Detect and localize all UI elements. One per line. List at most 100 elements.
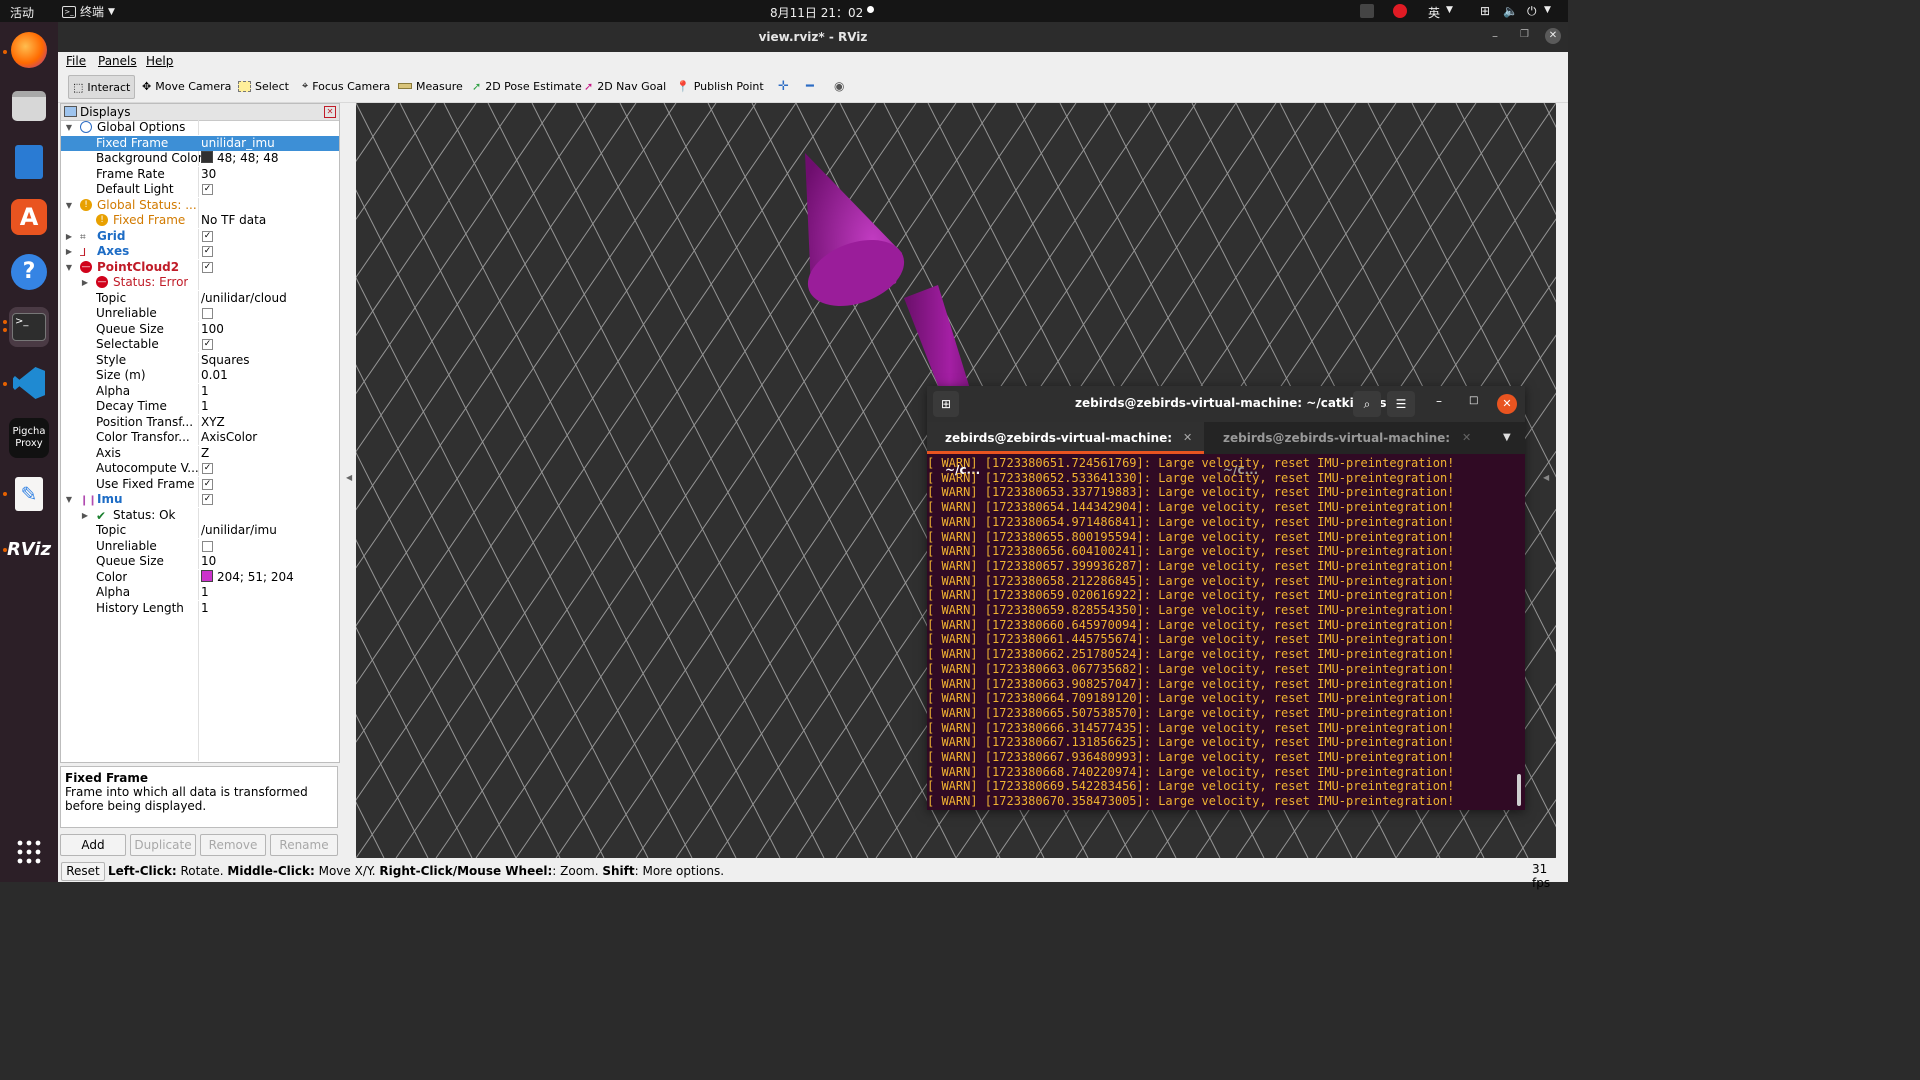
tree-row-imu-color[interactable]: Color 204; 51; 204 [61, 569, 339, 585]
maximize-icon[interactable]: ❐ [1520, 29, 1529, 40]
power-icon[interactable]: ⏻ [1527, 4, 1537, 19]
row-value[interactable]: 1 [201, 399, 209, 414]
use-fixed-frame-checkbox[interactable]: ✓ [202, 478, 213, 490]
tree-row-global-options[interactable]: ▼ Global Options [61, 120, 339, 135]
new-tab-button[interactable]: ⊞ [933, 391, 959, 417]
reset-button[interactable]: Reset [61, 862, 105, 881]
measure-tool-button[interactable]: Measure [394, 75, 467, 97]
tab-list-chevron-icon[interactable]: ▼ [1503, 422, 1511, 454]
grid-checkbox[interactable]: ✓ [202, 230, 213, 242]
add-button[interactable]: Add [60, 834, 126, 856]
close-panel-icon[interactable]: ✕ [324, 106, 336, 118]
terminal-scrollbar[interactable] [1517, 774, 1521, 806]
volume-icon[interactable]: 🔈 [1503, 4, 1518, 18]
row-value[interactable]: 0.01 [201, 368, 228, 383]
panel-splitter[interactable]: ◀ [343, 103, 356, 858]
activities-button[interactable]: 活动 [10, 4, 34, 21]
publish-point-tool-button[interactable]: 📍 Publish Point [672, 75, 768, 97]
tree-row-history-length[interactable]: History Length 1 [61, 600, 339, 616]
imu-checkbox[interactable]: ✓ [202, 494, 213, 505]
tree-row-frame-rate[interactable]: Frame Rate 30 [61, 166, 339, 182]
pose-estimate-tool-button[interactable]: ➚ 2D Pose Estimate [468, 75, 586, 97]
network-icon[interactable]: ⊞ [1480, 4, 1490, 18]
row-value[interactable]: unilidar_imu [201, 136, 275, 151]
row-value[interactable]: 48; 48; 48 [201, 151, 279, 166]
tree-row-imu-topic[interactable]: Topic /unilidar/imu [61, 523, 339, 538]
software-launcher[interactable]: A [9, 197, 49, 237]
input-method-indicator[interactable]: 英 [1428, 4, 1440, 21]
writer-launcher[interactable] [9, 142, 49, 182]
menu-button[interactable]: ☰ [1387, 391, 1415, 417]
tree-row-fixed-frame-status[interactable]: ! Fixed Frame No TF data [61, 213, 339, 228]
row-value[interactable]: 1 [201, 601, 209, 616]
collapse-left-icon[interactable]: ◀ [346, 473, 352, 482]
row-value[interactable]: /unilidar/imu [201, 523, 277, 538]
interact-tool-button[interactable]: ⬚ Interact [68, 75, 136, 99]
tree-row-default-light[interactable]: Default Light ✓ [61, 182, 339, 197]
collapse-right-icon[interactable]: ◀ [1543, 473, 1549, 482]
row-value[interactable]: /unilidar/cloud [201, 291, 287, 306]
row-value[interactable]: Squares [201, 353, 250, 368]
app-menu[interactable]: >_ 终端 ▼ [62, 3, 115, 20]
tree-row-grid[interactable]: ▶ ⌗ Grid ✓ [61, 228, 339, 244]
add-tool-button[interactable]: ✛ [774, 75, 793, 97]
select-tool-button[interactable]: Select [234, 75, 293, 97]
tree-row-unreliable[interactable]: Unreliable [61, 306, 339, 321]
help-launcher[interactable]: ? [9, 252, 49, 292]
nav-goal-tool-button[interactable]: ➚ 2D Nav Goal [580, 75, 670, 97]
row-value[interactable]: Z [201, 446, 209, 461]
tree-row-axes[interactable]: ▶ ⅃ Axes ✓ [61, 244, 339, 259]
terminal-tab-active[interactable]: zebirds@zebirds-virtual-machine: ~/c... … [927, 422, 1204, 477]
selectable-checkbox[interactable]: ✓ [202, 339, 213, 350]
tree-row-color-transformer[interactable]: Color Transfor... AxisColor [61, 430, 339, 445]
tree-row-imu-unreliable[interactable]: Unreliable [61, 538, 339, 554]
pointcloud2-checkbox[interactable]: ✓ [202, 261, 213, 273]
row-value[interactable]: XYZ [201, 415, 225, 430]
tree-row-autocompute[interactable]: Autocompute V... ✓ [61, 461, 339, 476]
row-value[interactable]: AxisColor [201, 430, 257, 445]
pigcha-proxy-launcher[interactable]: Pigcha Proxy [9, 418, 49, 458]
menu-file[interactable]: File [66, 54, 86, 68]
row-value[interactable]: 1 [201, 384, 209, 399]
tree-row-imu-queue-size[interactable]: Queue Size 10 [61, 554, 339, 569]
close-tab-icon[interactable]: ✕ [1462, 422, 1471, 454]
tree-row-position-transformer[interactable]: Position Transf... XYZ [61, 414, 339, 430]
tree-row-topic[interactable]: Topic /unilidar/cloud [61, 290, 339, 306]
tree-row-imu[interactable]: ▼ ❙❙ Imu ✓ [61, 492, 339, 507]
row-value[interactable]: 100 [201, 322, 224, 337]
row-value[interactable]: 1 [201, 585, 209, 600]
axes-checkbox[interactable]: ✓ [202, 246, 213, 257]
vscode-launcher[interactable] [9, 363, 49, 403]
minimize-icon[interactable]: – [1492, 29, 1498, 43]
rename-button[interactable]: Rename [270, 834, 338, 856]
tree-row-alpha[interactable]: Alpha 1 [61, 383, 339, 399]
search-button[interactable]: ⌕ [1353, 391, 1381, 417]
tree-row-background-color[interactable]: Background Color 48; 48; 48 [61, 151, 339, 166]
terminal-output[interactable]: [ WARN] [1723380651.724561769]: Large ve… [927, 454, 1525, 810]
row-value[interactable]: 30 [201, 167, 216, 182]
tree-row-use-fixed-frame[interactable]: Use Fixed Frame ✓ [61, 476, 339, 492]
pigcha-tray-icon[interactable] [1360, 4, 1374, 18]
rviz-launcher[interactable]: RViz [7, 529, 51, 569]
tree-row-decay-time[interactable]: Decay Time 1 [61, 399, 339, 414]
focus-camera-tool-button[interactable]: ⌖ Focus Camera [298, 75, 394, 97]
remove-button[interactable]: Remove [200, 834, 266, 856]
tree-row-style[interactable]: Style Squares [61, 352, 339, 368]
row-value[interactable]: 10 [201, 554, 216, 569]
close-tab-icon[interactable]: ✕ [1183, 422, 1192, 454]
tree-row-global-status[interactable]: ▼ ! Global Status: ... [61, 197, 339, 213]
maximize-icon[interactable]: □ [1469, 395, 1478, 406]
menu-panels[interactable]: Panels [98, 54, 137, 68]
close-icon[interactable]: ✕ [1545, 28, 1561, 44]
imu-unreliable-checkbox[interactable] [202, 540, 213, 552]
close-icon[interactable]: ✕ [1497, 394, 1517, 414]
clock[interactable]: 8月11日 21：02 [770, 4, 863, 21]
firefox-launcher[interactable] [9, 30, 49, 70]
remove-tool-button[interactable]: ━ [802, 75, 818, 97]
do-not-disturb-icon[interactable] [1393, 4, 1407, 18]
unreliable-checkbox[interactable] [202, 308, 213, 319]
show-applications-button[interactable] [9, 832, 49, 872]
tool-properties-button[interactable]: ◉ [830, 75, 848, 97]
tree-row-axis[interactable]: Axis Z [61, 445, 339, 461]
tree-row-selectable[interactable]: Selectable ✓ [61, 337, 339, 352]
